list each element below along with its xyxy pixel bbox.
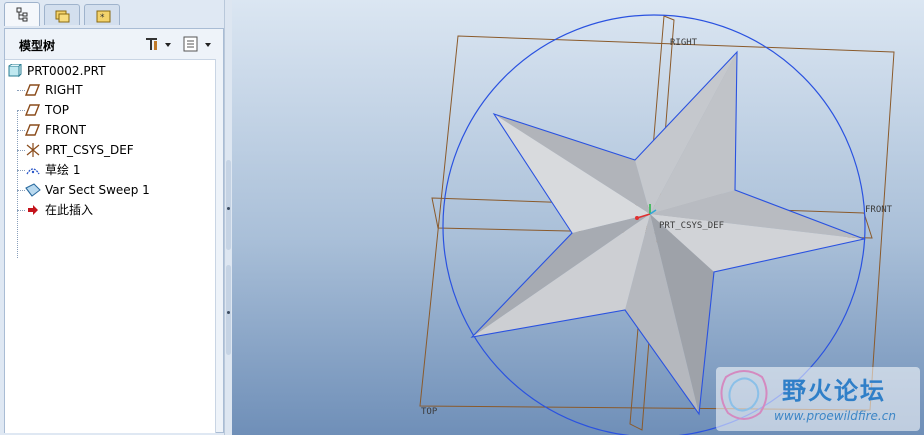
star-solid[interactable] xyxy=(470,50,866,416)
forum-logo-icon xyxy=(720,370,768,420)
sash-dot xyxy=(227,311,230,314)
tree-item-label: PRT0002.PRT xyxy=(27,64,106,78)
datum-plane-icon xyxy=(25,84,41,96)
tree-item-label: Var Sect Sweep 1 xyxy=(45,183,150,197)
csys-icon xyxy=(26,143,40,157)
model-tree-tab-icon xyxy=(16,7,28,22)
favorites-tab-icon: * xyxy=(96,10,111,23)
panel-title: 模型树 xyxy=(19,39,56,53)
sash-grip-lower[interactable] xyxy=(226,265,231,355)
folder-browser-tab-icon xyxy=(55,10,70,23)
tree-show-button[interactable] xyxy=(181,35,215,53)
tree-item-label: 草绘 1 xyxy=(45,163,81,177)
tree-item-label: 在此插入 xyxy=(45,203,94,217)
tree-item-label: RIGHT xyxy=(45,83,83,97)
tree-item-label: PRT_CSYS_DEF xyxy=(45,143,134,157)
watermark-title: 野火论坛 xyxy=(782,377,886,405)
model-tree-panel: 模型树 PRT0002.PRT RIGHT TOP FRONT PRT_CSYS… xyxy=(4,28,224,433)
tree-item-label: FRONT xyxy=(45,123,86,137)
model-tree: PRT0002.PRT RIGHT TOP FRONT PRT_CSYS_DEF… xyxy=(5,59,216,433)
svg-text:*: * xyxy=(100,13,105,23)
tab-model-tree[interactable] xyxy=(4,2,40,26)
datum-plane-icon xyxy=(25,124,41,136)
tree-connector xyxy=(17,110,18,258)
graphics-window[interactable]: RIGHT FRONT TOP PRT_CSYS_DEF 野火论坛 www.pr… xyxy=(232,0,924,435)
datum-label-csys: PRT_CSYS_DEF xyxy=(659,221,724,231)
list-settings-icon xyxy=(183,36,211,52)
tools-icon xyxy=(146,38,171,50)
insert-here-arrow-icon xyxy=(28,205,38,215)
model-tree-header: 模型树 xyxy=(5,29,223,59)
datum-label-right: RIGHT xyxy=(670,38,698,48)
tree-item-label: TOP xyxy=(45,103,70,117)
navigator-tabs: * xyxy=(0,0,232,28)
tree-settings-button[interactable] xyxy=(143,35,175,53)
datum-plane-icon xyxy=(25,104,41,116)
sash-grip-upper[interactable] xyxy=(226,160,231,250)
sweep-icon xyxy=(25,183,41,197)
datum-label-front: FRONT xyxy=(865,205,893,215)
navigator: * 模型树 PRT0002.PRT RIGHT TOP FRONT PRT_CS… xyxy=(0,0,232,435)
watermark-url: www.proewildfire.cn xyxy=(774,409,896,423)
part-icon xyxy=(8,64,22,78)
datum-label-top: TOP xyxy=(421,407,438,417)
sketch-icon xyxy=(26,168,40,175)
tab-favorites[interactable]: * xyxy=(84,4,120,25)
forum-watermark: 野火论坛 www.proewildfire.cn xyxy=(716,367,920,431)
tab-folder-browser[interactable] xyxy=(44,4,80,25)
sash-dot xyxy=(227,207,230,210)
